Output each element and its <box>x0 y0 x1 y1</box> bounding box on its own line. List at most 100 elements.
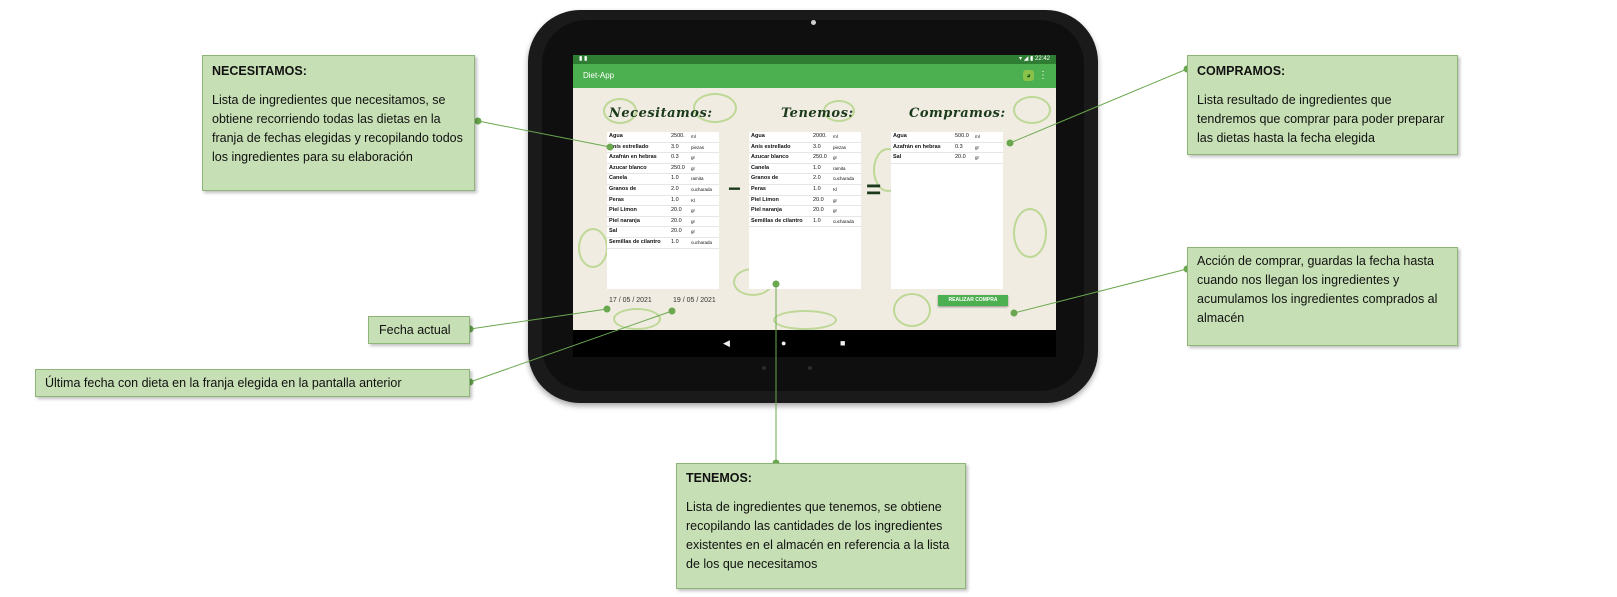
ingredient-row[interactable]: Piel Limon 20.0 gr <box>749 196 861 207</box>
ingredient-row[interactable]: Piel naranja 20.0 gr <box>749 206 861 217</box>
ingredient-unit: gr <box>833 155 838 161</box>
ingredient-row[interactable]: Azafrán en hebras 0.3 gr <box>607 153 719 164</box>
ingredient-row[interactable]: Sal 20.0 gr <box>891 153 1003 164</box>
callout-text: Acción de comprar, guardas la fecha hast… <box>1197 254 1438 325</box>
ingredient-name: Piel Limon <box>609 207 637 214</box>
ingredient-unit: gr <box>975 144 980 150</box>
minus-operator: − <box>728 176 741 201</box>
ingredient-unit: Kl <box>833 186 838 192</box>
ingredient-unit: gr <box>691 229 696 235</box>
callout-text: Lista de ingredientes que necesitamos, s… <box>212 93 463 164</box>
ingredient-unit: ramita <box>691 176 704 182</box>
camera-icon <box>811 20 816 25</box>
ingredient-name: Piel naranja <box>609 217 640 224</box>
ingredient-qty: 2.0 <box>813 175 821 182</box>
ingredient-qty: 2.0 <box>671 185 679 192</box>
ingredient-row[interactable]: Agua 500.0 ml <box>891 132 1003 143</box>
callout-text: Lista de ingredientes que tenemos, se ob… <box>686 500 950 571</box>
main-content: Necesitamos: Tenemos: Compramos: Agua 250… <box>573 88 1056 330</box>
ingredient-qty: 1.0 <box>813 217 821 224</box>
compramos-list[interactable]: Agua 500.0 ml Azafrán en hebras 0.3 gr Sal 20.0… <box>891 132 1003 289</box>
callout-heading: NECESITAMOS: <box>212 64 307 78</box>
ingredient-unit: piezas <box>833 144 847 150</box>
ingredient-row[interactable]: Sal 20.0 gr <box>607 227 719 238</box>
ingredient-row[interactable]: Canela 1.0 ramita <box>607 174 719 185</box>
ingredient-qty: 20.0 <box>671 217 682 224</box>
ingredient-name: Azafrán en hebras <box>893 143 941 150</box>
status-icons-left: ▮ ▮ <box>579 56 588 62</box>
ingredient-row[interactable]: Piel Limon 20.0 gr <box>607 206 719 217</box>
last-diet-date: 19 / 05 / 2021 <box>673 297 716 304</box>
navigation-bar: ◀ ● ■ <box>573 330 1056 357</box>
doodle-decoration <box>1013 96 1051 124</box>
callout-text: Última fecha con dieta en la franja eleg… <box>45 376 402 390</box>
ingredient-name: Anís estrellado <box>609 143 649 150</box>
ingredient-unit: gr <box>691 208 696 214</box>
ingredient-name: Peras <box>751 185 766 192</box>
overflow-menu-icon[interactable]: ⋮ <box>1038 64 1048 88</box>
callout-fecha-actual: Fecha actual <box>368 316 470 344</box>
doodle-decoration <box>773 310 837 330</box>
ingredient-name: Azucar blanco <box>751 154 789 161</box>
ingredient-name: Anís estrellado <box>751 143 791 150</box>
app-bar: Diet-App ◕ ⋮ <box>573 64 1056 88</box>
ingredient-qty: 1.0 <box>671 196 679 203</box>
ingredient-unit: Kl <box>691 197 696 203</box>
ingredient-row[interactable]: Anís estrellado 3.0 piezas <box>749 143 861 154</box>
ingredient-row[interactable]: Granos de 2.0 cucharada <box>607 185 719 196</box>
ingredient-row[interactable]: Azucar blanco 250.0 gr <box>749 153 861 164</box>
ingredient-name: Peras <box>609 196 624 203</box>
ingredient-row[interactable]: Agua 2000. ml <box>749 132 861 143</box>
ingredient-name: Piel naranja <box>751 207 782 214</box>
ingredient-unit: cucharada <box>833 176 855 182</box>
ingredient-name: Sal <box>893 154 902 161</box>
ingredient-row[interactable]: Azucar blanco 250.0 gr <box>607 164 719 175</box>
necesitamos-list[interactable]: Agua 2500. ml Anís estrellado 3.0 piezas Azafr… <box>607 132 719 289</box>
ingredient-qty: 0.3 <box>955 143 963 150</box>
ingredient-row[interactable]: Semillas de cilantro 1.0 cucharada <box>749 217 861 228</box>
ingredient-unit: ml <box>975 134 980 139</box>
ingredient-row[interactable]: Peras 1.0 Kl <box>749 185 861 196</box>
ingredient-qty: 1.0 <box>671 238 679 245</box>
ingredient-row[interactable]: Canela 1.0 ramita <box>749 164 861 175</box>
ingredient-row[interactable]: Peras 1.0 Kl <box>607 196 719 207</box>
ingredient-qty: 1.0 <box>813 164 821 171</box>
ingredient-unit: piezas <box>691 144 705 150</box>
doodle-decoration <box>613 308 661 330</box>
ingredient-qty: 20.0 <box>813 196 824 203</box>
realizar-compra-button[interactable]: REALIZAR COMPRA <box>938 295 1008 306</box>
ingredient-qty: 250.0 <box>671 164 685 171</box>
home-icon[interactable]: ● <box>781 330 786 357</box>
connector-dot <box>474 117 482 125</box>
ingredient-row[interactable]: Semillas de cilantro 1.0 cucharada <box>607 238 719 249</box>
callout-text: Lista resultado de ingredientes que tend… <box>1197 93 1445 145</box>
ingredient-unit: gr <box>833 208 838 214</box>
back-icon[interactable]: ◀ <box>723 330 730 357</box>
ingredient-unit: cucharada <box>691 239 713 245</box>
ingredient-unit: gr <box>691 155 696 161</box>
ingredient-qty: 0.3 <box>671 154 679 161</box>
callout-heading: COMPRAMOS: <box>1197 64 1286 78</box>
callout-heading: TENEMOS: <box>686 471 752 485</box>
ingredient-name: Agua <box>893 133 907 139</box>
ingredient-name: Piel Limon <box>751 196 779 203</box>
callout-text: Fecha actual <box>379 323 451 337</box>
tenemos-list[interactable]: Agua 2000. ml Anís estrellado 3.0 piezas Azuca… <box>749 132 861 289</box>
ingredient-row[interactable]: Anís estrellado 3.0 piezas <box>607 143 719 154</box>
ingredient-name: Sal <box>609 228 618 235</box>
ingredient-row[interactable]: Piel naranja 20.0 gr <box>607 217 719 228</box>
doodle-decoration <box>1013 208 1047 258</box>
ingredient-name: Azucar blanco <box>609 164 647 171</box>
ingredient-name: Canela <box>751 164 770 171</box>
ingredient-row[interactable]: Granos de 2.0 cucharada <box>749 174 861 185</box>
ingredient-name: Azafrán en hebras <box>609 154 657 161</box>
recent-apps-icon[interactable]: ■ <box>840 330 845 357</box>
ingredient-qty: 20.0 <box>671 207 682 214</box>
android-icon[interactable]: ◕ <box>1023 70 1034 81</box>
ingredient-row[interactable]: Azafrán en hebras 0.3 gr <box>891 143 1003 154</box>
ingredient-qty: 3.0 <box>671 143 679 150</box>
status-bar: ▮ ▮ ▾ ◢ ▮ 22:42 <box>573 55 1056 64</box>
ingredient-name: Semillas de cilantro <box>609 238 661 245</box>
ingredient-unit: cucharada <box>833 218 855 224</box>
ingredient-row[interactable]: Agua 2500. ml <box>607 132 719 143</box>
